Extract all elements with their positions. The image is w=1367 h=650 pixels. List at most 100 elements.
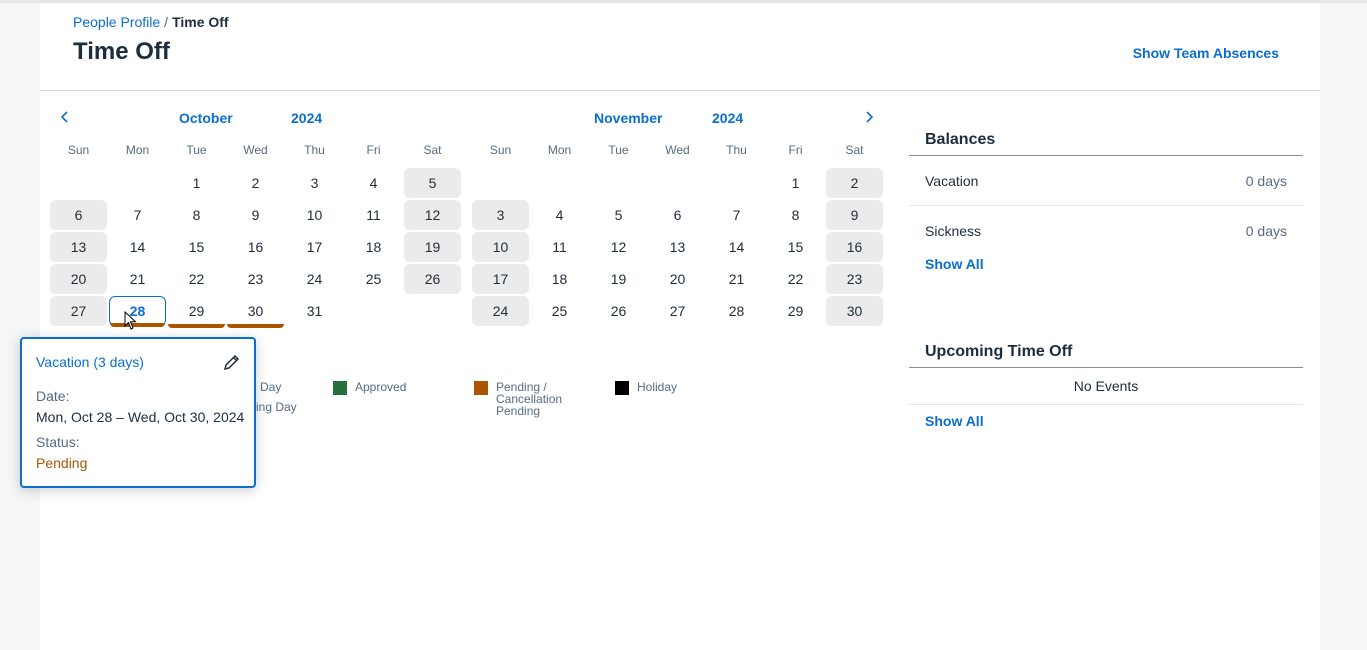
- calendar-day[interactable]: 24: [286, 264, 343, 294]
- calendar-day[interactable]: 16: [826, 232, 883, 262]
- popover-status-value: Pending: [36, 455, 88, 471]
- breadcrumb-people-profile[interactable]: People Profile: [73, 14, 160, 30]
- calendar-day[interactable]: 14: [708, 232, 765, 262]
- calendar-day[interactable]: 25: [531, 296, 588, 326]
- calendar-day[interactable]: 1: [168, 168, 225, 198]
- november-month-button[interactable]: November: [594, 110, 662, 130]
- popover-title-link[interactable]: Vacation (3 days): [36, 354, 144, 370]
- calendar-day[interactable]: 22: [168, 264, 225, 294]
- calendar-day[interactable]: 8: [767, 200, 824, 230]
- calendar-day[interactable]: 18: [531, 264, 588, 294]
- no-events-text: No Events: [909, 368, 1303, 405]
- weekday-label: Wed: [243, 143, 268, 157]
- balances-show-all-link[interactable]: Show All: [909, 256, 1303, 272]
- calendar-day[interactable]: 30: [227, 296, 284, 328]
- calendar-day[interactable]: 5: [404, 168, 461, 198]
- weekday-label: Sat: [423, 143, 442, 157]
- weekday-label: Thu: [304, 143, 325, 157]
- october-year-button[interactable]: 2024: [291, 110, 322, 130]
- mouse-cursor-icon: [124, 311, 137, 330]
- calendar-day[interactable]: 7: [708, 200, 765, 230]
- calendar-day[interactable]: 25: [345, 264, 402, 294]
- calendar-day[interactable]: 2: [227, 168, 284, 198]
- breadcrumb: People Profile / Time Off: [73, 14, 229, 30]
- calendar-day[interactable]: 11: [531, 232, 588, 262]
- calendar-day[interactable]: 11: [345, 200, 402, 230]
- calendar-day[interactable]: 19: [404, 232, 461, 262]
- chevron-left-icon: [60, 111, 68, 123]
- time-off-popover: Vacation (3 days) Date: Mon, Oct 28 – We…: [20, 337, 256, 488]
- calendar-day[interactable]: 21: [708, 264, 765, 294]
- calendar-day[interactable]: 30: [826, 296, 883, 326]
- calendar-day[interactable]: 20: [649, 264, 706, 294]
- calendar-day[interactable]: 8: [168, 200, 225, 230]
- pending-indicator: [168, 324, 225, 328]
- calendar-day[interactable]: 17: [472, 264, 529, 294]
- calendar-day[interactable]: 27: [50, 296, 107, 326]
- calendar-day[interactable]: 23: [227, 264, 284, 294]
- calendar-day[interactable]: 10: [472, 232, 529, 262]
- prev-month-button[interactable]: [58, 110, 78, 130]
- calendar-day[interactable]: 7: [109, 200, 166, 230]
- calendar-day[interactable]: 26: [404, 264, 461, 294]
- calendar-day[interactable]: 17: [286, 232, 343, 262]
- calendar-day[interactable]: 3: [472, 200, 529, 230]
- weekday-label: Mon: [547, 143, 572, 157]
- balance-value: 0 days: [1245, 173, 1287, 189]
- calendar-day[interactable]: 29: [767, 296, 824, 326]
- calendar-day[interactable]: 5: [590, 200, 647, 230]
- show-team-absences-link[interactable]: Show Team Absences: [1133, 45, 1279, 61]
- breadcrumb-separator: /: [164, 14, 169, 30]
- breadcrumb-current: Time Off: [172, 14, 229, 30]
- calendar-day[interactable]: 15: [767, 232, 824, 262]
- calendar-day[interactable]: 13: [649, 232, 706, 262]
- calendar-day[interactable]: 20: [50, 264, 107, 294]
- calendar-day[interactable]: 15: [168, 232, 225, 262]
- calendar-day[interactable]: 13: [50, 232, 107, 262]
- calendar-day[interactable]: 21: [109, 264, 166, 294]
- calendar-day[interactable]: 9: [826, 200, 883, 230]
- popover-status-label: Status:: [36, 434, 80, 450]
- calendar-day[interactable]: 18: [345, 232, 402, 262]
- october-month-button[interactable]: October: [179, 110, 233, 130]
- calendar-day[interactable]: 23: [826, 264, 883, 294]
- upcoming-title: Upcoming Time Off: [909, 335, 1303, 368]
- november-day-grid: 1 2 3 4 5 6 7 8 9 10 11 12 13 14 15 16 17 18 19 20 21 22 23 24 2…: [472, 168, 885, 328]
- weekday-label: Sat: [845, 143, 864, 157]
- calendar-day[interactable]: 6: [50, 200, 107, 230]
- calendar-day[interactable]: 31: [286, 296, 343, 326]
- calendar-day[interactable]: 22: [767, 264, 824, 294]
- edit-button[interactable]: [222, 352, 242, 372]
- calendar-day[interactable]: 9: [227, 200, 284, 230]
- calendar-day[interactable]: 26: [590, 296, 647, 326]
- calendar-day[interactable]: 6: [649, 200, 706, 230]
- upcoming-show-all-link[interactable]: Show All: [909, 405, 1303, 429]
- calendar-day[interactable]: 4: [531, 200, 588, 230]
- calendar-day[interactable]: 16: [227, 232, 284, 262]
- weekday-label: Mon: [125, 143, 150, 157]
- legend-label: rking Day: [246, 400, 297, 414]
- legend-label: Holiday: [637, 380, 678, 394]
- calendar-day[interactable]: 10: [286, 200, 343, 230]
- balances-panel: Balances Vacation 0 days Sickness 0 days…: [909, 123, 1303, 272]
- approved-swatch: [333, 381, 347, 395]
- calendar-day[interactable]: 29: [168, 296, 225, 328]
- calendar-day[interactable]: 1: [767, 168, 824, 198]
- calendar-day[interactable]: 14: [109, 232, 166, 262]
- november-year-button[interactable]: 2024: [712, 110, 743, 130]
- weekday-header: Sun Mon Tue Wed Thu Fri Sat: [50, 143, 463, 159]
- page-title: Time Off: [73, 38, 170, 65]
- calendar-day[interactable]: 27: [649, 296, 706, 326]
- next-month-button[interactable]: [862, 110, 882, 130]
- calendar-day[interactable]: 28: [708, 296, 765, 326]
- calendar-day[interactable]: 24: [472, 296, 529, 326]
- calendar-day[interactable]: 12: [590, 232, 647, 262]
- calendar-day[interactable]: 19: [590, 264, 647, 294]
- legend-label: Pending / Cancellation Pending: [496, 380, 563, 418]
- calendar-day[interactable]: 2: [826, 168, 883, 198]
- calendar-day[interactable]: 4: [345, 168, 402, 198]
- calendar-day[interactable]: 3: [286, 168, 343, 198]
- weekday-label: Tue: [186, 143, 207, 157]
- balance-label: Vacation: [925, 173, 979, 189]
- calendar-day[interactable]: 12: [404, 200, 461, 230]
